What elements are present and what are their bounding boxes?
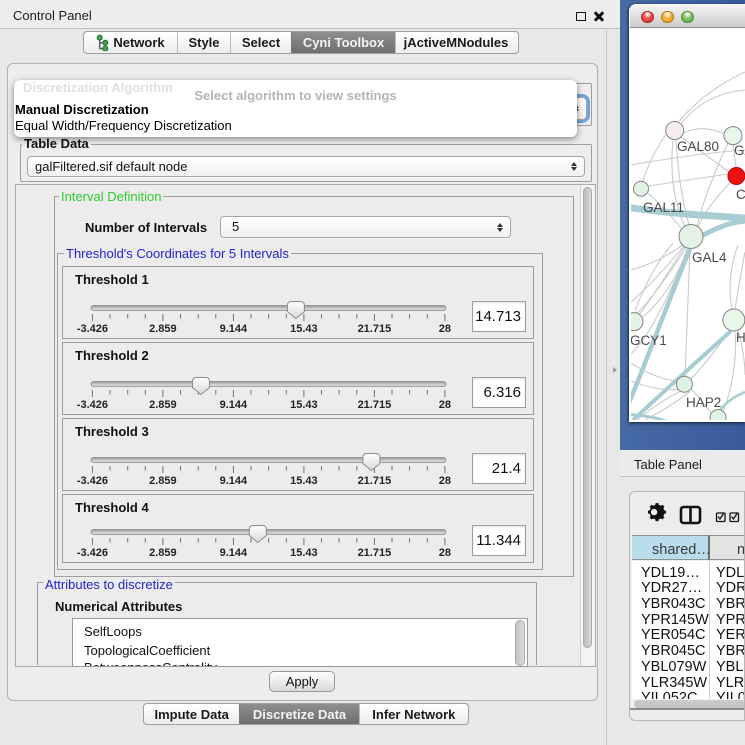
svg-text:GAL11: GAL11 <box>643 200 684 215</box>
svg-text:GCY1: GCY1 <box>631 333 667 348</box>
svg-text:GA: GA <box>734 143 745 158</box>
svg-text:GAL80: GAL80 <box>677 139 719 154</box>
svg-text:HA: HA <box>736 330 745 345</box>
svg-text:GAL4: GAL4 <box>692 250 727 265</box>
svg-text:HAP2: HAP2 <box>686 395 721 410</box>
svg-text:C: C <box>736 187 745 202</box>
